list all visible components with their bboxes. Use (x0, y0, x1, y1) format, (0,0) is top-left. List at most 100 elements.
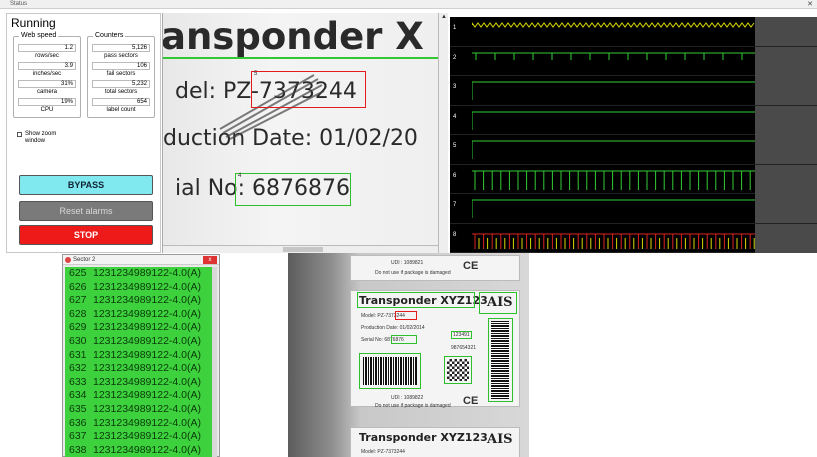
sector-row[interactable]: 636 1231234989122-4.0(A) (65, 417, 213, 431)
sector-row[interactable]: 627 1231234989122-4.0(A) (65, 294, 213, 308)
vertical-barcode-roi-box (488, 318, 513, 402)
ref-text: 987654321 (451, 345, 477, 351)
channel-number: 1 (453, 25, 457, 31)
sector-row[interactable]: 638 1231234989122-4.0(A) (65, 444, 213, 457)
stat-inches-per-sec: 3.9 inches/sec (18, 62, 76, 78)
sector-index: 632 (69, 362, 87, 375)
label-image-view[interactable]: ansponder X del: PZ-7373244 duction Date… (162, 13, 438, 253)
sector-list[interactable]: 625 1231234989122-4.0(A) 626 1231234989122-… (65, 267, 213, 457)
sector-row[interactable]: 637 1231234989122-4.0(A) (65, 430, 213, 444)
signal-trace (472, 170, 755, 190)
channel-gray-region (755, 105, 817, 135)
sector-index: 633 (69, 375, 87, 388)
sector-row[interactable]: 628 1231234989122-4.0(A) (65, 308, 213, 322)
udi-text: UDI : 1089822 (391, 395, 424, 401)
trace-line (472, 52, 755, 60)
close-button[interactable]: x (203, 256, 217, 264)
sector-code: 1231234989122-4.0(A) (93, 294, 202, 307)
stat-label: rows/sec (35, 53, 59, 59)
sector-row[interactable]: 633 1231234989122-4.0(A) (65, 376, 213, 390)
sector-row[interactable]: 635 1231234989122-4.0(A) (65, 403, 213, 417)
sector-index: 626 (69, 280, 87, 293)
channel-gray-region (755, 135, 817, 164)
sector-index: 634 (69, 389, 87, 402)
channel-number: 3 (453, 84, 457, 90)
trace-line (472, 111, 755, 130)
trace-line (472, 81, 755, 100)
lot-text: 123491 (451, 331, 472, 339)
sector-index: 635 (69, 402, 87, 415)
channel-gray-region (755, 194, 817, 223)
stop-button[interactable]: STOP (19, 225, 153, 245)
scroll-up-icon[interactable]: ▲ (441, 14, 447, 20)
sector-index: 630 (69, 334, 87, 347)
stat-value: 654 (92, 98, 150, 106)
stat-value: 31% (18, 80, 76, 88)
stat-value: 5,126 (92, 44, 150, 52)
sector-code: 1231234989122-4.0(A) (93, 334, 202, 347)
signal-channel: 4 (450, 105, 817, 135)
channel-gray-region (755, 223, 817, 253)
label-card: Transponder XYZ123 AIS Model: PZ-7373244… (350, 290, 520, 409)
window-title: Status (10, 1, 28, 7)
stat-label: CPU (40, 107, 54, 113)
sector-index: 627 (69, 294, 87, 307)
signal-trace (472, 199, 755, 218)
sector-row[interactable]: 629 1231234989122-4.0(A) (65, 321, 213, 335)
signal-channel: 8 (450, 223, 817, 253)
stat-total-sectors: 5,232 total sectors (92, 80, 150, 96)
horizontal-scrollbar[interactable] (163, 245, 438, 253)
checkbox-checked-icon[interactable] (17, 132, 22, 137)
sector-row[interactable]: 632 1231234989122-4.0(A) (65, 362, 213, 376)
signal-panel: 1 2 3 4 5 6 7 8 (450, 17, 817, 253)
sector-scrollbar[interactable] (212, 267, 217, 457)
stat-value: 5,232 (92, 80, 150, 88)
channel-gray-region (755, 17, 817, 46)
bottom-image-view[interactable]: UDI : 1089821 Do not use if package is d… (288, 253, 529, 457)
date-text: Production Date: 01/02/2014 (361, 325, 425, 331)
stat-fail-sectors: 106 fail sectors (92, 62, 150, 78)
stat-label: total sectors (104, 89, 138, 95)
sector-row[interactable]: 626 1231234989122-4.0(A) (65, 281, 213, 295)
channel-number: 4 (453, 113, 457, 120)
trace-line (472, 170, 755, 190)
sector-row[interactable]: 631 1231234989122-4.0(A) (65, 349, 213, 363)
scroll-thumb[interactable] (283, 247, 323, 252)
vertical-scrollbar[interactable]: ▲ (438, 13, 448, 253)
reset-alarms-button[interactable]: Reset alarms (19, 201, 153, 221)
bypass-button[interactable]: BYPASS (19, 175, 153, 195)
app-icon (65, 257, 71, 263)
sector-index: 629 (69, 321, 87, 334)
sector-code: 1231234989122-4.0(A) (93, 321, 202, 334)
stat-cpu: 19% CPU (18, 98, 76, 114)
card-title: Transponder XYZ123 (359, 431, 488, 444)
stat-rows-per-sec: 1.2 rows/sec (18, 44, 76, 60)
stat-label: label count (106, 107, 136, 113)
signal-trace (472, 140, 755, 159)
channel-number: 2 (453, 54, 457, 61)
sector-window-title-bar[interactable]: Sector 2 x (63, 255, 219, 265)
stat-label: pass sectors (104, 53, 138, 59)
close-icon[interactable]: ✕ (807, 0, 813, 8)
counters-group: Counters 5,126 pass sectors 106 fail sec… (87, 32, 155, 118)
sector-index: 638 (69, 443, 87, 456)
control-panel: Running Web speed 1.2 rows/sec 3.9 inche… (6, 13, 161, 253)
sector-row[interactable]: 625 1231234989122-4.0(A) (65, 267, 213, 281)
sector-row[interactable]: 630 1231234989122-4.0(A) (65, 335, 213, 349)
model-text: Model: PZ-7373244 (361, 449, 405, 455)
channel-number: 5 (453, 143, 457, 149)
sector-window-title: Sector 2 (73, 257, 96, 263)
model-roi-box: 5 (251, 71, 366, 108)
signal-channel: 5 (450, 135, 817, 165)
stat-pass-sectors: 5,126 pass sectors (92, 44, 150, 60)
sector-row[interactable]: 634 1231234989122-4.0(A) (65, 389, 213, 403)
ce-mark: CE (463, 395, 479, 407)
title-roi-box (357, 292, 475, 308)
web-speed-group-title: Web speed (19, 32, 59, 39)
show-zoom-checkbox[interactable]: Show zoom window (17, 131, 65, 145)
sector-code: 1231234989122-4.0(A) (93, 416, 202, 429)
signal-channel: 3 (450, 76, 817, 106)
sector-window[interactable]: Sector 2 x 625 1231234989122-4.0(A) 626 123… (62, 254, 220, 457)
serial-roi-box (391, 335, 417, 344)
barcode-roi-box (359, 353, 421, 389)
